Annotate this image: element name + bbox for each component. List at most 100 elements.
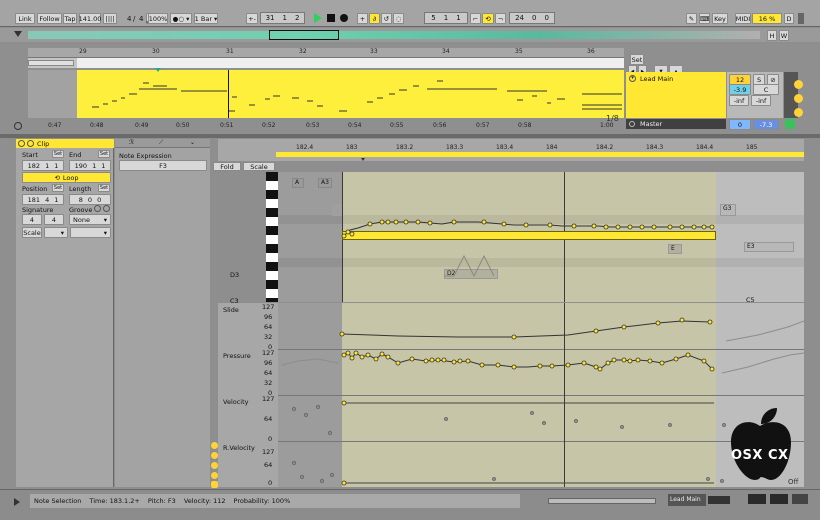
overdub-icon[interactable]: + [357,13,368,24]
signature-num[interactable]: 4 [127,15,131,23]
groove-commit-icon[interactable] [103,205,110,212]
send-a-field[interactable]: -inf [729,95,749,106]
punch-out-icon[interactable]: ¬ [495,13,506,24]
clip-fold-icon[interactable] [27,140,34,147]
track-name[interactable]: Lead Main [640,75,673,83]
horizontal-scrollbar[interactable] [548,498,656,504]
lane-toggle-4-icon[interactable] [211,481,218,488]
lane-toggle-1-icon[interactable] [211,452,218,459]
beat-ruler[interactable]: 29 30 31 32 33 34 35 36 [28,48,624,58]
track-record-icon[interactable] [794,108,803,117]
capture-icon[interactable]: ◌ [393,13,404,24]
envelopes-tab-icon[interactable]: ⟋ [159,139,163,147]
track-header-lead-main[interactable]: ▾ Lead Main [626,72,726,118]
track-fold-icon[interactable]: ▾ [629,75,636,82]
volume-field[interactable]: -3.9 [729,84,751,95]
overview-viewport[interactable] [269,30,339,40]
editor-loop-bar[interactable] [276,152,804,157]
status-button-1[interactable] [748,494,766,504]
piano-roll-keyboard[interactable] [266,172,278,302]
view-divider[interactable] [0,134,820,138]
status-button-3[interactable] [792,494,808,504]
time-ruler[interactable]: 0:47 0:48 0:49 0:50 0:51 0:52 0:53 0:54 … [28,122,624,132]
expression-note-field[interactable]: F3 [119,160,207,171]
stop-icon[interactable] [327,14,335,22]
overview-h-button[interactable]: H [767,30,777,41]
status-button-2[interactable] [770,494,788,504]
track-solo-icon[interactable] [794,94,803,103]
loop-brace[interactable] [77,58,624,68]
signature-denominator[interactable]: 4 [44,214,64,225]
scale-highlight-button[interactable]: Scale [243,162,275,171]
signature-numerator[interactable]: 4 [22,214,42,225]
tempo-nudge[interactable]: |||| [103,13,117,24]
disk-d-button[interactable]: D [784,13,794,24]
start-field[interactable]: 182 1 1 [22,160,64,171]
loop-switch-icon[interactable]: ⟲ [482,13,494,24]
end-field[interactable]: 190 1 1 [69,160,111,171]
note-grid[interactable]: A A3 D2 E G3 E3 D3 C3 C5 [230,172,804,305]
signature-den[interactable]: 4 [139,15,143,23]
record-icon[interactable] [340,14,348,22]
clip-activator-icon[interactable] [18,140,25,147]
length-set-button[interactable]: Set [98,184,110,192]
draw-mode-icon[interactable]: ✎ [686,13,697,24]
key-map-button[interactable]: Key [712,13,728,24]
keyboard-icon[interactable]: ⌨ [699,13,710,24]
quantize-menu[interactable]: 1 Bar ▾ [194,13,218,24]
overview-toggle-icon[interactable] [14,31,22,37]
pitch-bend-curve[interactable] [278,172,804,302]
arrangement-clip[interactable] [77,70,624,118]
overview-w-button[interactable]: W [779,30,789,41]
expression-curves[interactable] [278,303,804,487]
fold-button[interactable]: Fold [213,162,241,171]
end-set-button[interactable]: Set [98,150,110,158]
status-track-name[interactable]: Lead Main [668,494,706,506]
clip-title-bar[interactable]: Clip [16,139,114,148]
reenable-automation-icon[interactable]: ↺ [381,13,392,24]
fold-toggle-icon[interactable] [211,442,218,449]
loop-button[interactable]: ⟲ Loop [22,172,111,183]
editor-ruler[interactable]: 182.4 183 183.2 183.3 183.4 184 184.2 18… [218,139,804,161]
master-volume[interactable]: -7.3 [753,119,779,130]
track-activator-icon[interactable] [794,80,803,89]
master-fold-icon[interactable] [629,121,635,127]
midi-map-button[interactable]: MIDI [735,13,751,24]
master-activator-icon[interactable] [785,119,795,129]
pan-field[interactable]: C [753,84,779,95]
scale-root-select[interactable]: ▾ [44,227,68,238]
length-field[interactable]: 800 [69,194,111,205]
master-number[interactable]: 0 [729,119,751,130]
groove-select[interactable]: None ▾ [69,214,111,225]
lane-toggle-3-icon[interactable] [211,472,218,479]
status-play-icon[interactable] [14,498,20,506]
metronome-button[interactable]: ●○ ▾ [170,13,192,24]
punch-in-icon[interactable]: ⌐ [470,13,481,24]
set-button[interactable]: Set [630,54,644,65]
master-track-header[interactable]: Master [626,119,726,129]
expression-tab-icon[interactable]: ⌄ [190,139,195,146]
notes-tab-icon[interactable]: ℛ [129,139,134,146]
send-b-field[interactable]: -inf [751,95,771,106]
follow-button[interactable]: Follow [37,13,62,24]
song-position[interactable]: 31 1 2 [260,12,305,24]
locator-bar[interactable] [28,58,624,68]
position-field[interactable]: 181 4 1 [22,194,64,205]
automation-arm-icon[interactable]: ∂ [369,13,380,24]
arrangement-pos-back[interactable]: +- [246,13,258,24]
link-button[interactable]: Link [15,13,35,24]
divider-toggle-icon[interactable] [14,122,22,130]
loop-length[interactable]: 24 0 0 [509,12,555,24]
lane-toggle-2-icon[interactable] [211,462,218,469]
scale-name-select[interactable]: ▾ [70,227,111,238]
position-set-button[interactable]: Set [52,184,64,192]
loop-start[interactable]: 5 1 1 [424,12,468,24]
groove-hot-swap-icon[interactable] [94,205,101,212]
lane-area[interactable] [278,303,804,487]
zoom-field[interactable]: 100% [148,13,168,24]
scale-button[interactable]: Scale [22,227,42,238]
overview-strip[interactable]: H W [0,28,820,42]
tempo-field[interactable]: 141.00 [79,13,101,24]
play-icon[interactable] [314,13,322,23]
tap-button[interactable]: Tap [63,13,77,24]
